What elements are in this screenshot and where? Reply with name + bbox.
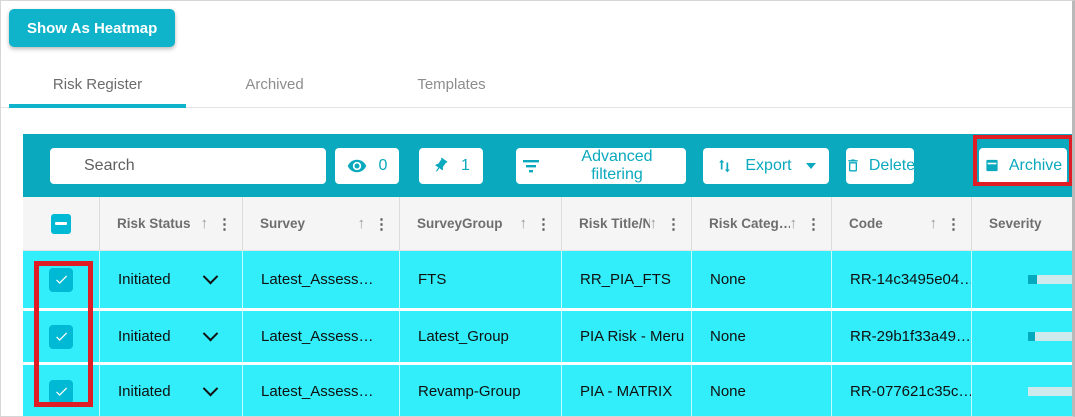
sort-asc-icon[interactable]: ↑ (650, 215, 658, 232)
survey-group-cell: Latest_Group (399, 311, 561, 362)
indeterminate-minus-icon (55, 222, 67, 225)
sort-arrows-icon (716, 157, 733, 175)
severity-cell (971, 251, 1072, 308)
risk-title-cell: PIA Risk - Meru (561, 311, 691, 362)
severity-bar (1028, 332, 1072, 341)
export-label: Export (745, 156, 792, 174)
survey-group-cell: Revamp-Group (399, 365, 561, 416)
survey-group-cell: FTS (399, 251, 561, 308)
delete-button[interactable]: Delete (845, 147, 916, 184)
table-header-row: Risk Status ↑ ⋮ Survey ↑ ⋮ SurveyGroup ↑… (23, 197, 1072, 251)
caret-down-icon (805, 162, 816, 169)
visibility-count: 0 (378, 156, 388, 174)
header-cell-risk-title: Risk Title/N… ↑ ⋮ (561, 197, 691, 250)
tab-risk-register[interactable]: Risk Register (9, 62, 186, 107)
active-tab-indicator (9, 104, 186, 108)
severity-fill (1028, 275, 1037, 284)
code-cell: RR-077621c35c… (831, 365, 971, 416)
table-row[interactable]: Initiated Latest_Assess… Revamp-Group PI… (23, 365, 1072, 416)
pin-icon (429, 154, 453, 178)
code-cell: RR-29b1f33a49… (831, 311, 971, 362)
risk-title-cell: RR_PIA_FTS (561, 251, 691, 308)
risk-status-value: Initiated (118, 383, 171, 400)
tab-templates[interactable]: Templates (363, 62, 540, 107)
row-checkbox-checked[interactable] (49, 267, 73, 292)
row-select-cell (23, 311, 99, 362)
column-menu-icon[interactable]: ⋮ (374, 215, 389, 233)
check-icon (55, 275, 67, 284)
severity-cell (971, 311, 1072, 362)
archive-icon (984, 158, 1000, 173)
risk-category-cell: None (691, 365, 831, 416)
pinned-count: 1 (461, 156, 470, 174)
severity-bar (1028, 387, 1072, 396)
delete-label: Delete (868, 156, 916, 174)
risk-status-cell: Initiated (99, 251, 242, 308)
risk-status-cell: Initiated (99, 365, 242, 416)
severity-bar (1028, 275, 1072, 284)
search-input[interactable] (50, 147, 326, 184)
column-menu-icon[interactable]: ⋮ (946, 215, 961, 233)
row-checkbox-checked[interactable] (49, 324, 73, 349)
survey-cell: Latest_Assess… (242, 251, 399, 308)
header-cell-code: Code ↑ ⋮ (831, 197, 971, 250)
risk-category-cell: None (691, 251, 831, 308)
row-select-cell (23, 365, 99, 416)
sort-asc-icon[interactable]: ↑ (520, 215, 528, 232)
filter-icon (522, 159, 540, 173)
chevron-down-icon[interactable] (202, 325, 219, 342)
risk-category-cell: None (691, 311, 831, 362)
table-toolbar: 0 1 Advanced filtering (23, 134, 1072, 197)
archive-label: Archive (1008, 156, 1063, 174)
table-row[interactable]: Initiated Latest_Assess… Latest_Group PI… (23, 311, 1072, 362)
risk-status-value: Initiated (118, 271, 171, 288)
select-all-checkbox[interactable] (51, 213, 71, 234)
trash-icon (845, 157, 861, 174)
header-cell-survey-group: SurveyGroup ↑ ⋮ (399, 197, 561, 250)
advanced-filtering-label: Advanced filtering (581, 147, 653, 183)
header-cell-risk-status: Risk Status ↑ ⋮ (99, 197, 242, 250)
sort-asc-icon[interactable]: ↑ (930, 215, 938, 232)
chevron-down-icon[interactable] (202, 268, 219, 285)
column-menu-icon[interactable]: ⋮ (666, 215, 681, 233)
sort-asc-icon[interactable]: ↑ (201, 215, 209, 232)
header-cell-risk-category: Risk Categ… ↑ ⋮ (691, 197, 831, 250)
survey-cell: Latest_Assess… (242, 311, 399, 362)
sort-asc-icon[interactable]: ↑ (790, 215, 798, 232)
table-row[interactable]: Initiated Latest_Assess… FTS RR_PIA_FTS … (23, 251, 1072, 308)
chevron-down-icon[interactable] (202, 380, 219, 397)
column-menu-icon[interactable]: ⋮ (217, 215, 232, 233)
row-select-cell (23, 251, 99, 308)
pinned-filter-button[interactable]: 1 (419, 147, 483, 184)
tab-archived[interactable]: Archived (186, 62, 363, 107)
code-cell: RR-14c3495e04… (831, 251, 971, 308)
risk-status-cell: Initiated (99, 311, 242, 362)
column-menu-icon[interactable]: ⋮ (536, 215, 551, 233)
risk-status-value: Initiated (118, 328, 171, 345)
severity-cell (971, 365, 1072, 416)
risk-title-cell: PIA - MATRIX (561, 365, 691, 416)
advanced-filtering-button[interactable]: Advanced filtering (516, 147, 686, 184)
visibility-filter-button[interactable]: 0 (335, 147, 399, 184)
column-menu-icon[interactable]: ⋮ (806, 215, 821, 233)
severity-fill (1028, 332, 1035, 341)
archive-button[interactable]: Archive (979, 147, 1067, 184)
eye-icon (347, 156, 367, 176)
table-body: Initiated Latest_Assess… FTS RR_PIA_FTS … (23, 251, 1072, 416)
header-cell-select-all (23, 197, 99, 250)
check-icon (55, 387, 67, 396)
header-cell-survey: Survey ↑ ⋮ (242, 197, 399, 250)
tab-bar: Risk Register Archived Templates (9, 62, 540, 107)
header-cell-severity: Severity (971, 197, 1072, 250)
show-as-heatmap-button[interactable]: Show As Heatmap (9, 9, 176, 47)
check-icon (55, 332, 67, 341)
export-button[interactable]: Export (703, 147, 829, 184)
survey-cell: Latest_Assess… (242, 365, 399, 416)
risk-register-page: Show As Heatmap Risk Register Archived T… (0, 0, 1075, 417)
row-checkbox-checked[interactable] (49, 379, 73, 404)
sort-asc-icon[interactable]: ↑ (358, 215, 366, 232)
